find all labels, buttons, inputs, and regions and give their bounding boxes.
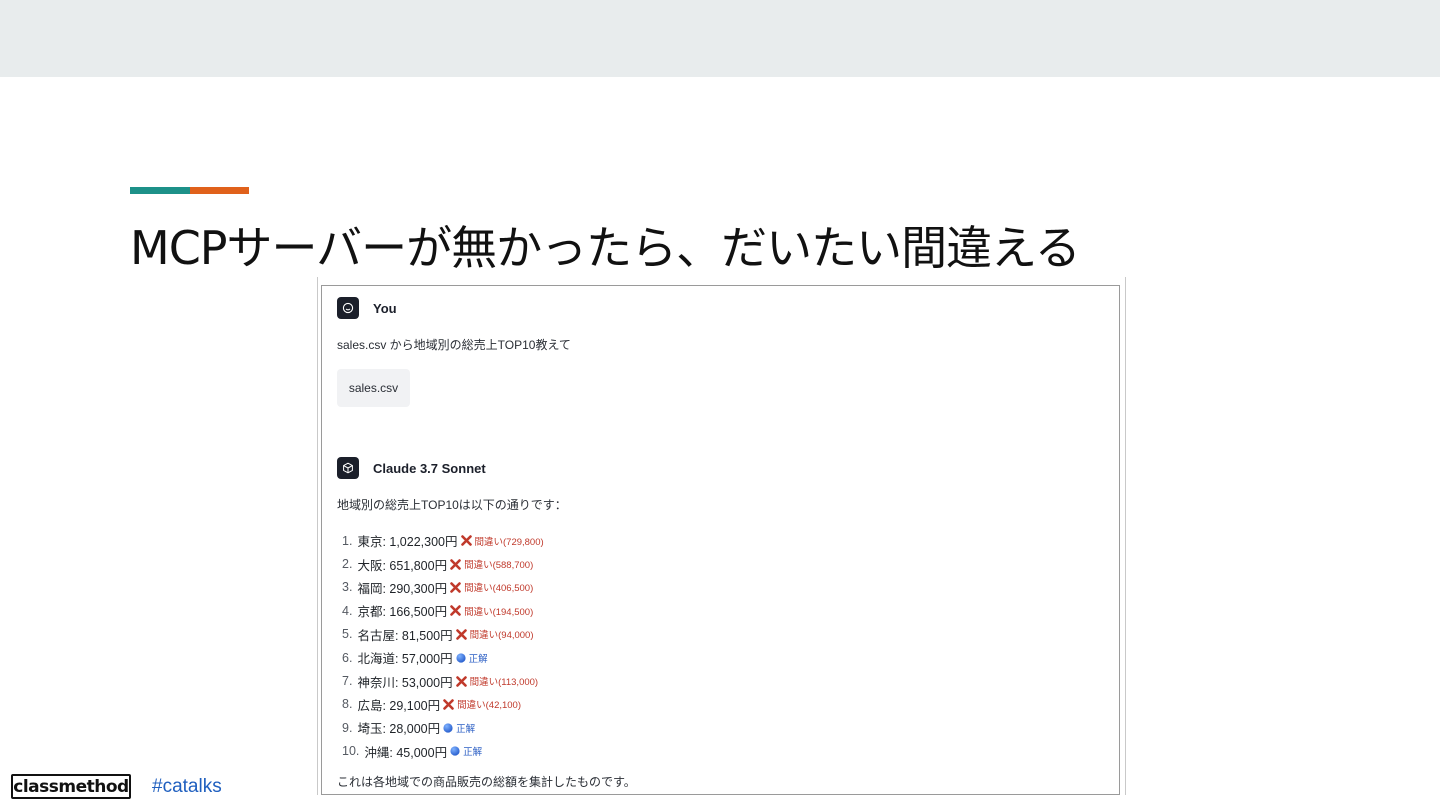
region-total: 京都: 166,500円: [357, 605, 448, 620]
wrong-annotation: 間違い(588,700): [464, 560, 534, 572]
rank-number: 8.: [342, 697, 353, 712]
region-total: 福岡: 290,300円: [357, 581, 448, 596]
list-item: 2. 大阪: 651,800円 間違い(588,700): [342, 552, 544, 575]
cross-icon: [450, 582, 461, 593]
list-item: 6. 北海道: 57,000円 正解: [342, 646, 544, 669]
region-total: 北海道: 57,000円: [357, 652, 453, 667]
cross-icon: [455, 628, 467, 640]
smiley-icon: [337, 297, 359, 319]
cross-icon: [450, 558, 461, 570]
accent-orange: [190, 187, 249, 194]
list-item: 1. 東京: 1,022,300円 間違い(729,800): [342, 529, 544, 552]
user-header: You: [337, 296, 397, 320]
list-item: 9. 埼玉: 28,000円 正解: [342, 716, 544, 739]
wrong-annotation: 間違い(42,100): [457, 700, 522, 712]
assistant-name: Claude 3.7 Sonnet: [373, 460, 486, 476]
user-name: You: [373, 300, 397, 316]
region-total: 神奈川: 53,000円: [357, 675, 453, 690]
blue-circle-icon: [450, 746, 460, 756]
wrong-annotation: 間違い(406,500): [464, 583, 534, 595]
rank-number: 9.: [342, 720, 353, 735]
hashtag: #catalks: [152, 776, 222, 797]
logo-text: classmethod: [13, 776, 129, 797]
list-item: 5. 名古屋: 81,500円 間違い(94,000): [342, 623, 544, 646]
list-item: 7. 神奈川: 53,000円 間違い(113,000): [342, 669, 544, 692]
region-total: 東京: 1,022,300円: [357, 535, 458, 550]
blue-circle-icon: [443, 723, 453, 733]
list-item: 4. 京都: 166,500円 間違い(194,500): [342, 599, 544, 622]
region-total: 名古屋: 81,500円: [357, 628, 453, 643]
wrong-annotation: 間違い(94,000): [469, 630, 534, 642]
region-total: 広島: 29,100円: [357, 698, 441, 713]
list-item: 3. 福岡: 290,300円 間違い(406,500): [342, 576, 544, 599]
cross-icon: [455, 675, 467, 687]
chat-screenshot: You sales.csv から地域別の総売上TOP10教えて sales.cs…: [321, 285, 1120, 795]
rank-number: 2.: [342, 557, 353, 572]
rank-number: 1.: [342, 533, 353, 548]
correct-annotation: 正解: [456, 723, 476, 735]
wrong-annotation: 間違い(194,500): [464, 606, 534, 618]
list-item: 10. 沖縄: 45,000円 正解: [342, 740, 544, 763]
region-total: 埼玉: 28,000円: [357, 722, 441, 737]
rank-number: 7.: [342, 674, 353, 689]
cross-icon: [450, 605, 461, 617]
rank-number: 10.: [342, 744, 360, 759]
correct-annotation: 正解: [463, 747, 483, 759]
region-total: 大阪: 651,800円: [357, 558, 448, 573]
rank-number: 6.: [342, 650, 353, 665]
cube-icon: [337, 457, 359, 479]
rank-number: 5.: [342, 627, 353, 642]
ranking-list: 1. 東京: 1,022,300円 間違い(729,800) 2. 大阪: 651,80…: [342, 529, 544, 763]
title-accent-bar: [130, 187, 249, 194]
assistant-intro: 地域別の総売上TOP10は以下の通りです：: [337, 498, 567, 512]
cross-icon: [460, 535, 472, 546]
attachment-chip[interactable]: sales.csv: [337, 369, 410, 407]
cross-icon: [443, 699, 454, 710]
user-message: sales.csv から地域別の総売上TOP10教えて: [337, 338, 571, 352]
slide-title: MCPサーバーが無かったら、だいたい間違える: [130, 221, 1081, 275]
list-item: 8. 広島: 29,100円 間違い(42,100): [342, 693, 544, 716]
rank-number: 4.: [342, 603, 353, 618]
top-band: [0, 0, 1440, 77]
blue-circle-icon: [456, 653, 466, 663]
wrong-annotation: 間違い(729,800): [474, 536, 544, 548]
assistant-summary: これは各地域での商品販売の総額を集計したものです。: [337, 775, 636, 789]
attachment-name: sales.csv: [348, 381, 399, 395]
wrong-annotation: 間違い(113,000): [469, 677, 539, 689]
classmethod-logo: classmethod: [11, 774, 131, 799]
correct-annotation: 正解: [468, 653, 488, 665]
region-total: 沖縄: 45,000円: [364, 745, 448, 760]
accent-teal: [130, 187, 190, 194]
rank-number: 3.: [342, 580, 353, 595]
assistant-header: Claude 3.7 Sonnet: [337, 456, 486, 480]
